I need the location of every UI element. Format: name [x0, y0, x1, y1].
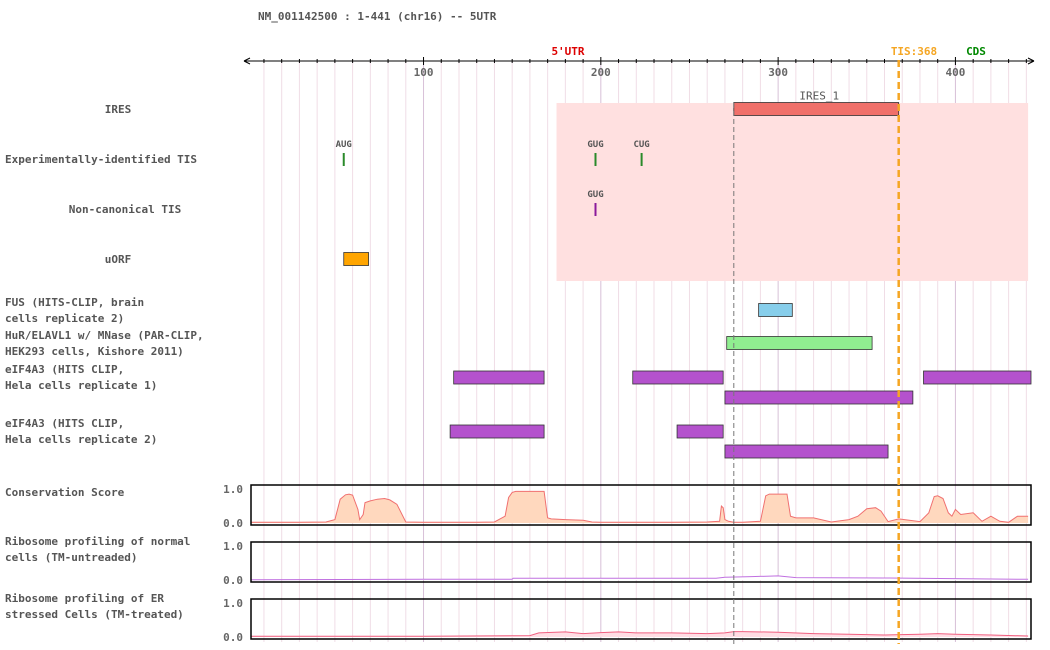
- feature-bar: [449, 424, 545, 439]
- feature-bar: [733, 102, 900, 116]
- transcript-header: NM_001142500 : 1-441 (chr16) -- 5UTR: [258, 10, 497, 23]
- track-4: FUS (HITS-CLIP, brain cells replicate 2): [5, 296, 793, 325]
- axis-tick-label: 100: [414, 66, 434, 79]
- track-7: eIF4A3 (HITS CLIP, Hela cells replicate 2…: [5, 417, 889, 459]
- feature-bar: [453, 370, 545, 385]
- track-label: Hela cells replicate 1): [5, 379, 157, 392]
- track-label: Conservation Score: [5, 486, 125, 499]
- track-0: IRES IRES_1: [105, 90, 900, 116]
- track-6: eIF4A3 (HITS CLIP, Hela cells replicate 1…: [5, 363, 1032, 405]
- axis-tick-label: 300: [768, 66, 788, 79]
- feature-bar: [632, 370, 724, 385]
- track-label: Hela cells replicate 2): [5, 433, 157, 446]
- signal-frame: [250, 541, 1032, 583]
- track-label: uORF: [105, 253, 132, 266]
- position-axis: 5'UTR TIS:368 CDS 100 200 300 400: [243, 45, 1035, 79]
- signal-ytick-label: 0.0: [223, 631, 243, 644]
- tis-codon-label: CUG: [633, 140, 649, 150]
- ires-highlight-region: [556, 103, 1029, 281]
- feature-label: IRES_1: [799, 90, 839, 103]
- track-5: HuR/ELAVL1 w/ MNase (PAR-CLIP, HEK293 cel…: [5, 329, 873, 358]
- feature-bar: [758, 303, 793, 317]
- track-9: Ribosome profiling of normal cells (TM-un…: [5, 535, 1032, 587]
- track-label: cells replicate 2): [5, 312, 124, 325]
- track-label: eIF4A3 (HITS CLIP,: [5, 417, 124, 430]
- signal-ytick-label: 1.0: [223, 540, 243, 553]
- feature-bar: [923, 370, 1032, 385]
- cds-label: CDS: [966, 45, 986, 58]
- track-label: FUS (HITS-CLIP, brain: [5, 296, 144, 309]
- signal-ytick-label: 0.0: [223, 517, 243, 530]
- track-label: HEK293 cells, Kishore 2011): [5, 345, 184, 358]
- signal-ytick-label: 1.0: [223, 483, 243, 496]
- utr-label: 5'UTR: [551, 45, 584, 58]
- feature-bar: [676, 424, 724, 439]
- tis-codon-label: GUG: [587, 190, 603, 200]
- track-label: HuR/ELAVL1 w/ MNase (PAR-CLIP,: [5, 329, 204, 342]
- track-label: Non-canonical TIS: [69, 203, 182, 216]
- tis-codon-label: GUG: [587, 140, 603, 150]
- axis-tick-label: 200: [591, 66, 611, 79]
- feature-bar: [724, 444, 889, 459]
- genome-browser-chart: NM_001142500 : 1-441 (chr16) -- 5UTR 5'U…: [5, 10, 1035, 644]
- track-label: Ribosome profiling of ER: [5, 592, 164, 605]
- track-label: Experimentally-identified TIS: [5, 153, 197, 166]
- feature-bar: [343, 252, 369, 266]
- track-8: Conservation Score 1.0 0.0: [5, 483, 1032, 530]
- track-label: Ribosome profiling of normal: [5, 535, 190, 548]
- track-label: cells (TM-untreaded): [5, 551, 137, 564]
- track-label: stressed Cells (TM-treated): [5, 608, 184, 621]
- signal-ytick-label: 1.0: [223, 597, 243, 610]
- track-2: Non-canonical TIS GUG: [69, 190, 604, 216]
- track-10: Ribosome profiling of ER stressed Cells (…: [5, 592, 1032, 644]
- track-label: eIF4A3 (HITS CLIP,: [5, 363, 124, 376]
- track-label: IRES: [105, 103, 132, 116]
- feature-bar: [724, 390, 914, 405]
- track-1: Experimentally-identified TIS AUG GUG CUG: [5, 140, 650, 166]
- feature-bar: [726, 336, 873, 350]
- track-3: uORF: [105, 252, 369, 266]
- signal-area: [251, 491, 1029, 523]
- signal-ytick-label: 0.0: [223, 574, 243, 587]
- axis-tick-label: 400: [945, 66, 965, 79]
- tis-codon-label: AUG: [336, 140, 352, 150]
- tis-label: TIS:368: [891, 45, 937, 58]
